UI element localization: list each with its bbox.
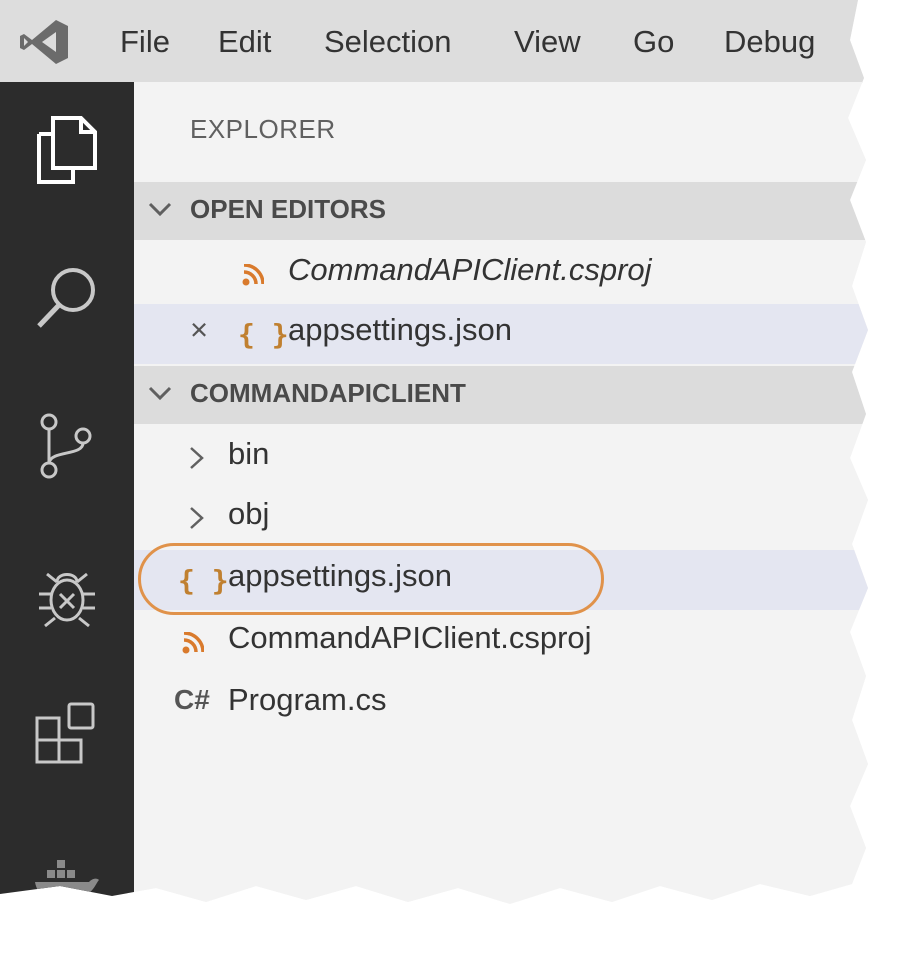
tree-item-obj[interactable]: obj bbox=[134, 488, 868, 548]
tree-item-appsettings[interactable]: { } appsettings.json bbox=[134, 550, 868, 610]
open-editor-label: CommandAPIClient.csproj bbox=[288, 252, 652, 287]
csharp-icon: C# bbox=[174, 684, 210, 715]
tree-item-label: CommandAPIClient.csproj bbox=[228, 620, 592, 655]
tree-item-label: obj bbox=[228, 496, 270, 531]
explorer-icon[interactable] bbox=[0, 96, 134, 196]
open-editor-item-csproj[interactable]: CommandAPIClient.csproj bbox=[134, 244, 868, 304]
explorer-title: EXPLORER bbox=[190, 114, 336, 144]
menu-go[interactable]: Go bbox=[633, 22, 674, 62]
open-editor-item-appsettings[interactable]: × { } appsettings.json bbox=[134, 304, 868, 364]
menu-view[interactable]: View bbox=[514, 22, 581, 62]
chevron-right-icon bbox=[190, 507, 204, 529]
explorer-sidebar: EXPLORER OPEN EDITORS CommandAPIClient.c… bbox=[134, 82, 868, 902]
extensions-icon[interactable] bbox=[0, 680, 134, 780]
activity-bar bbox=[0, 82, 134, 903]
project-folder-label: COMMANDAPICLIENT bbox=[190, 378, 466, 408]
json-icon: { } bbox=[238, 318, 289, 351]
menu-file[interactable]: File bbox=[120, 22, 170, 62]
tree-item-label: bin bbox=[228, 436, 270, 471]
open-editors-header[interactable]: OPEN EDITORS bbox=[134, 182, 868, 240]
rss-icon bbox=[242, 264, 264, 286]
close-icon[interactable]: × bbox=[190, 312, 208, 348]
menu-debug[interactable]: Debug bbox=[724, 22, 815, 62]
rss-icon bbox=[182, 632, 204, 654]
tree-item-program[interactable]: C# Program.cs bbox=[134, 674, 868, 734]
tree-item-csproj[interactable]: CommandAPIClient.csproj bbox=[134, 612, 868, 672]
source-control-icon[interactable] bbox=[0, 392, 134, 492]
chevron-right-icon bbox=[190, 447, 204, 469]
tree-item-label: Program.cs bbox=[228, 682, 387, 717]
search-icon[interactable] bbox=[0, 244, 134, 344]
tree-item-bin[interactable]: bin bbox=[134, 428, 868, 488]
json-icon: { } bbox=[178, 564, 229, 597]
open-editors-label: OPEN EDITORS bbox=[190, 194, 387, 224]
docker-icon[interactable] bbox=[0, 830, 134, 904]
menu-selection[interactable]: Selection bbox=[324, 22, 452, 62]
vscode-window: File Edit Selection View Go Debug EXPLOR… bbox=[0, 0, 868, 904]
project-folder-header[interactable]: COMMANDAPICLIENT bbox=[134, 366, 868, 424]
menu-edit[interactable]: Edit bbox=[218, 22, 271, 62]
chevron-down-icon bbox=[148, 202, 172, 217]
debug-icon[interactable] bbox=[0, 542, 134, 642]
tree-item-label: appsettings.json bbox=[228, 558, 453, 593]
open-editor-label: appsettings.json bbox=[288, 312, 513, 347]
vscode-logo-icon bbox=[20, 20, 68, 64]
menu-bar: File Edit Selection View Go Debug bbox=[0, 0, 868, 83]
chevron-down-icon bbox=[148, 386, 172, 401]
